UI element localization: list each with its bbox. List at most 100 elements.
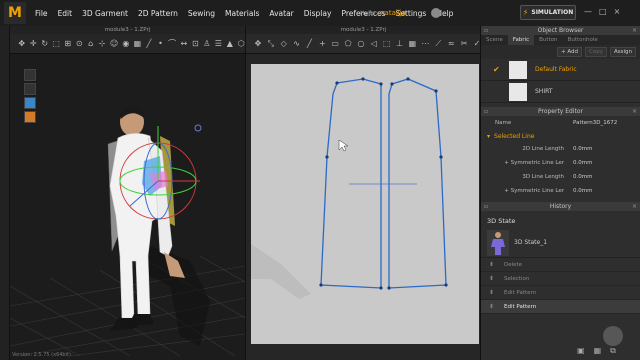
texture-icon[interactable]: ▦	[134, 39, 142, 48]
menu-display[interactable]: Display	[299, 9, 337, 18]
add-fabric-button[interactable]: + Add	[557, 47, 583, 57]
circle-icon[interactable]: ○	[357, 39, 365, 48]
tab-fabric[interactable]: Fabric	[507, 35, 535, 45]
property-value[interactable]: 0.0mm	[573, 188, 592, 194]
layout-icon[interactable]: ▣	[577, 346, 585, 356]
view-3d[interactable]: module3 - 1.ZPrj ✥ ✛ ↻ ⬚ ⊞ ⊙ ⌂ ⊹ ☺ ◉ ▦ ╱…	[10, 26, 245, 360]
history-item-label: Edit Pattern	[504, 303, 537, 310]
tab-buttonhole[interactable]: Buttonhole	[563, 35, 603, 45]
rotate-icon[interactable]: ↻	[41, 39, 48, 48]
close-icon[interactable]: ×	[632, 107, 637, 116]
window-icon[interactable]: ⧉	[610, 346, 616, 356]
maximize-icon[interactable]: □	[599, 7, 607, 16]
check-icon: ✔	[493, 65, 500, 74]
pin-icon[interactable]: ▫	[484, 26, 488, 35]
menu-avatar[interactable]: Avatar	[264, 9, 298, 18]
pin-icon[interactable]: ▫	[484, 202, 488, 211]
unwrap-icon[interactable]: ⬡	[238, 39, 245, 48]
camera-icon[interactable]: ◉	[122, 39, 129, 48]
pattern-drawing[interactable]	[251, 64, 479, 344]
property-row: 2D Line Length 0.0mm	[481, 142, 640, 156]
add-point-icon[interactable]: +	[318, 39, 326, 48]
menu-edit[interactable]: Edit	[53, 9, 78, 18]
left-dock-strip	[0, 26, 10, 360]
simulation-button[interactable]: ⚡ SIMULATION	[520, 5, 576, 20]
polygon-icon[interactable]: ⬠	[344, 39, 352, 48]
segment-icon[interactable]: ⟋	[434, 39, 442, 48]
pattern-points	[319, 77, 448, 290]
selected-line-section[interactable]: ▾ Selected Line	[481, 130, 640, 142]
fabric-item-shirt[interactable]: SHIRT	[481, 81, 640, 103]
history-state-item[interactable]: 3D State_1	[481, 228, 640, 258]
user-avatar-icon[interactable]	[431, 8, 442, 18]
pin-icon[interactable]: ▫	[484, 107, 488, 116]
dart-icon[interactable]: ◁	[370, 39, 378, 48]
history-header: ▫ History ×	[481, 202, 640, 211]
strength-icon[interactable]: ▲	[226, 39, 233, 48]
history-item[interactable]: ⇟ Edit Pattern	[481, 286, 640, 300]
menu-sewing[interactable]: Sewing	[183, 9, 220, 18]
shirt-icon[interactable]: ♙	[203, 39, 210, 48]
view-2d[interactable]: module3 - 1.ZPrj ✥ ⤡ ◇ ∿ ╱ + ▭ ⬠ ○ ◁ ⬚ ⊥…	[245, 26, 481, 360]
user-name[interactable]: natalija	[380, 9, 406, 17]
close-icon[interactable]: ×	[614, 7, 621, 16]
trace-icon[interactable]: ⬚	[383, 39, 391, 48]
select-icon[interactable]: ✥	[254, 39, 262, 48]
fold-icon[interactable]: ⌂	[87, 39, 94, 48]
history-item[interactable]: ⇟ Delete	[481, 258, 640, 272]
grid-icon[interactable]: ▦	[594, 346, 602, 356]
tab-button[interactable]: Button	[534, 35, 562, 45]
notch-icon[interactable]: ⊥	[396, 39, 404, 48]
minimize-icon[interactable]: —	[584, 7, 592, 16]
drape-icon[interactable]: ⌒	[168, 39, 176, 48]
point-icon[interactable]: •	[157, 39, 164, 48]
fabric-name: Default Fabric	[535, 66, 577, 73]
box-select-icon[interactable]: ⬚	[52, 39, 60, 48]
edit-point-icon[interactable]: ◇	[280, 39, 288, 48]
menu-2d-pattern[interactable]: 2D Pattern	[133, 9, 183, 18]
property-name-value[interactable]: Pattern3D_1672	[573, 120, 617, 126]
curve-icon[interactable]: ∿	[293, 39, 301, 48]
close-icon[interactable]: ×	[632, 26, 637, 35]
menu-file[interactable]: File	[30, 9, 53, 18]
close-icon[interactable]: ×	[632, 202, 637, 211]
selected-line-label: Selected Line	[494, 132, 535, 140]
seam-icon[interactable]: ⋯	[421, 39, 429, 48]
fit-icon[interactable]: ⊡	[192, 39, 199, 48]
property-label: + Symmetric Line Ler	[504, 188, 564, 194]
property-value[interactable]: 0.0mm	[573, 160, 592, 166]
fabric-item-default[interactable]: ✔ Default Fabric	[481, 59, 640, 81]
pattern-canvas[interactable]	[251, 64, 479, 344]
line-icon[interactable]: ╱	[145, 39, 152, 48]
rect-icon[interactable]: ▭	[331, 39, 339, 48]
sew-icon[interactable]: ✂	[460, 39, 468, 48]
menu-materials[interactable]: Materials	[220, 9, 264, 18]
arrange-icon[interactable]: ⊞	[64, 39, 71, 48]
history-item-active[interactable]: ⇟ Edit Pattern	[481, 300, 640, 314]
tab-scene[interactable]: Scene	[481, 35, 508, 45]
grid-icon[interactable]: ▦	[409, 39, 417, 48]
pin-icon[interactable]: ⊙	[75, 39, 83, 48]
history-item-label: Delete	[504, 261, 523, 268]
property-value[interactable]: 0.0mm	[573, 174, 592, 180]
collapse-icon: ▾	[487, 132, 491, 140]
property-value[interactable]: 0.0mm	[573, 146, 592, 152]
internal-line-icon[interactable]: ╱	[306, 39, 314, 48]
move-icon[interactable]: ✛	[29, 39, 37, 48]
select-icon[interactable]: ✥	[18, 39, 25, 48]
tack-icon[interactable]: ⊹	[98, 39, 106, 48]
measure-icon[interactable]: ↔	[180, 39, 188, 48]
app-logo: M	[4, 2, 26, 24]
play-icon[interactable]	[603, 326, 623, 346]
history-item[interactable]: ⇟ Selection	[481, 272, 640, 286]
copy-fabric-button[interactable]: Copy	[585, 47, 607, 57]
menu-3d-garment[interactable]: 3D Garment	[77, 9, 133, 18]
transform-icon[interactable]: ⤡	[267, 39, 275, 48]
assign-fabric-button[interactable]: Assign	[610, 47, 636, 57]
3d-scene[interactable]	[10, 56, 245, 356]
view-2d-title: module3 - 1.ZPrj	[246, 26, 481, 34]
layer-icon[interactable]: ☰	[215, 39, 222, 48]
avatar-icon[interactable]: ☺	[110, 39, 118, 48]
object-browser-title: Object Browser	[537, 27, 584, 34]
free-seam-icon[interactable]: ≈	[447, 39, 455, 48]
